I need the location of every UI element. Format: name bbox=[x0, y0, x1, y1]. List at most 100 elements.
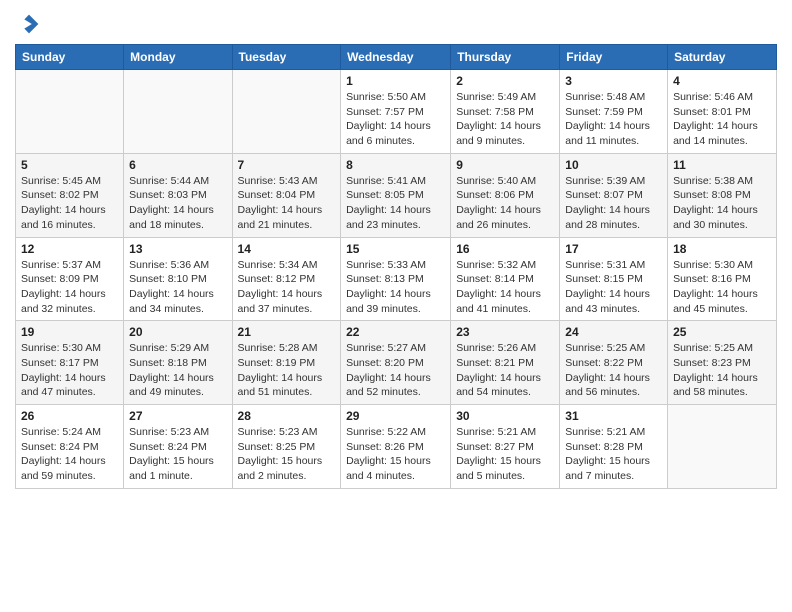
day-info: Sunrise: 5:38 AM Sunset: 8:08 PM Dayligh… bbox=[673, 174, 771, 233]
day-number: 10 bbox=[565, 158, 662, 172]
calendar-cell: 30 Sunrise: 5:21 AM Sunset: 8:27 PM Dayli… bbox=[451, 405, 560, 489]
day-number: 2 bbox=[456, 74, 554, 88]
calendar-header-sunday: Sunday bbox=[16, 45, 124, 70]
calendar-cell: 11Sunrise: 5:38 AM Sunset: 8:08 PM Dayli… bbox=[668, 153, 777, 237]
day-info: Sunrise: 5:39 AM Sunset: 8:07 PM Dayligh… bbox=[565, 174, 662, 233]
calendar-cell: 25Sunrise: 5:25 AM Sunset: 8:23 PM Dayli… bbox=[668, 321, 777, 405]
calendar-cell bbox=[668, 405, 777, 489]
day-info: Sunrise: 5:25 AM Sunset: 8:22 PM Dayligh… bbox=[565, 341, 662, 400]
day-number: 6 bbox=[129, 158, 226, 172]
day-info: Sunrise: 5:21 AM Sunset: 8:27 PM Dayligh… bbox=[456, 425, 554, 484]
day-info: Sunrise: 5:22 AM Sunset: 8:26 PM Dayligh… bbox=[346, 425, 445, 484]
day-number: 14 bbox=[238, 242, 336, 256]
day-number: 1 bbox=[346, 74, 445, 88]
day-info: Sunrise: 5:28 AM Sunset: 8:19 PM Dayligh… bbox=[238, 341, 336, 400]
day-number: 30 bbox=[456, 409, 554, 423]
day-info: Sunrise: 5:31 AM Sunset: 8:15 PM Dayligh… bbox=[565, 258, 662, 317]
day-info: Sunrise: 5:37 AM Sunset: 8:09 PM Dayligh… bbox=[21, 258, 118, 317]
calendar-cell bbox=[232, 70, 341, 154]
calendar-header-friday: Friday bbox=[560, 45, 668, 70]
day-info: Sunrise: 5:50 AM Sunset: 7:57 PM Dayligh… bbox=[346, 90, 445, 149]
day-info: Sunrise: 5:45 AM Sunset: 8:02 PM Dayligh… bbox=[21, 174, 118, 233]
day-info: Sunrise: 5:44 AM Sunset: 8:03 PM Dayligh… bbox=[129, 174, 226, 233]
calendar-cell: 3 Sunrise: 5:48 AM Sunset: 7:59 PM Daylig… bbox=[560, 70, 668, 154]
logo bbox=[15, 10, 47, 38]
day-info: Sunrise: 5:49 AM Sunset: 7:58 PM Dayligh… bbox=[456, 90, 554, 149]
day-info: Sunrise: 5:23 AM Sunset: 8:25 PM Dayligh… bbox=[238, 425, 336, 484]
day-info: Sunrise: 5:29 AM Sunset: 8:18 PM Dayligh… bbox=[129, 341, 226, 400]
calendar-cell: 31 Sunrise: 5:21 AM Sunset: 8:28 PM Dayli… bbox=[560, 405, 668, 489]
calendar-header-tuesday: Tuesday bbox=[232, 45, 341, 70]
calendar-header-saturday: Saturday bbox=[668, 45, 777, 70]
calendar-cell bbox=[124, 70, 232, 154]
calendar-header-wednesday: Wednesday bbox=[341, 45, 451, 70]
day-number: 16 bbox=[456, 242, 554, 256]
day-info: Sunrise: 5:23 AM Sunset: 8:24 PM Dayligh… bbox=[129, 425, 226, 484]
logo-icon bbox=[15, 10, 43, 38]
calendar-cell: 13Sunrise: 5:36 AM Sunset: 8:10 PM Dayli… bbox=[124, 237, 232, 321]
day-number: 18 bbox=[673, 242, 771, 256]
day-info: Sunrise: 5:24 AM Sunset: 8:24 PM Dayligh… bbox=[21, 425, 118, 484]
calendar-cell: 4 Sunrise: 5:46 AM Sunset: 8:01 PM Daylig… bbox=[668, 70, 777, 154]
calendar-week-2: 5 Sunrise: 5:45 AM Sunset: 8:02 PM Daylig… bbox=[16, 153, 777, 237]
day-number: 28 bbox=[238, 409, 336, 423]
calendar-cell: 5 Sunrise: 5:45 AM Sunset: 8:02 PM Daylig… bbox=[16, 153, 124, 237]
calendar-cell: 14 Sunrise: 5:34 AM Sunset: 8:12 PM Dayli… bbox=[232, 237, 341, 321]
day-info: Sunrise: 5:27 AM Sunset: 8:20 PM Dayligh… bbox=[346, 341, 445, 400]
day-info: Sunrise: 5:40 AM Sunset: 8:06 PM Dayligh… bbox=[456, 174, 554, 233]
day-number: 4 bbox=[673, 74, 771, 88]
day-info: Sunrise: 5:30 AM Sunset: 8:17 PM Dayligh… bbox=[21, 341, 118, 400]
calendar-week-1: 1 Sunrise: 5:50 AM Sunset: 7:57 PM Daylig… bbox=[16, 70, 777, 154]
day-number: 9 bbox=[456, 158, 554, 172]
day-number: 13 bbox=[129, 242, 226, 256]
day-number: 15 bbox=[346, 242, 445, 256]
day-number: 31 bbox=[565, 409, 662, 423]
calendar-cell: 9 Sunrise: 5:40 AM Sunset: 8:06 PM Daylig… bbox=[451, 153, 560, 237]
day-info: Sunrise: 5:46 AM Sunset: 8:01 PM Dayligh… bbox=[673, 90, 771, 149]
calendar-week-5: 26 Sunrise: 5:24 AM Sunset: 8:24 PM Dayli… bbox=[16, 405, 777, 489]
day-number: 20 bbox=[129, 325, 226, 339]
calendar-cell: 20 Sunrise: 5:29 AM Sunset: 8:18 PM Dayli… bbox=[124, 321, 232, 405]
calendar-header-thursday: Thursday bbox=[451, 45, 560, 70]
day-info: Sunrise: 5:48 AM Sunset: 7:59 PM Dayligh… bbox=[565, 90, 662, 149]
day-number: 5 bbox=[21, 158, 118, 172]
calendar-cell: 18 Sunrise: 5:30 AM Sunset: 8:16 PM Dayli… bbox=[668, 237, 777, 321]
day-number: 3 bbox=[565, 74, 662, 88]
day-number: 27 bbox=[129, 409, 226, 423]
day-number: 26 bbox=[21, 409, 118, 423]
calendar-cell: 19 Sunrise: 5:30 AM Sunset: 8:17 PM Dayli… bbox=[16, 321, 124, 405]
calendar-cell bbox=[16, 70, 124, 154]
day-info: Sunrise: 5:30 AM Sunset: 8:16 PM Dayligh… bbox=[673, 258, 771, 317]
day-info: Sunrise: 5:41 AM Sunset: 8:05 PM Dayligh… bbox=[346, 174, 445, 233]
calendar-week-3: 12 Sunrise: 5:37 AM Sunset: 8:09 PM Dayli… bbox=[16, 237, 777, 321]
calendar-cell: 1 Sunrise: 5:50 AM Sunset: 7:57 PM Daylig… bbox=[341, 70, 451, 154]
day-info: Sunrise: 5:33 AM Sunset: 8:13 PM Dayligh… bbox=[346, 258, 445, 317]
calendar-cell: 23Sunrise: 5:26 AM Sunset: 8:21 PM Dayli… bbox=[451, 321, 560, 405]
day-number: 7 bbox=[238, 158, 336, 172]
day-info: Sunrise: 5:43 AM Sunset: 8:04 PM Dayligh… bbox=[238, 174, 336, 233]
calendar-cell: 16Sunrise: 5:32 AM Sunset: 8:14 PM Dayli… bbox=[451, 237, 560, 321]
calendar-cell: 7 Sunrise: 5:43 AM Sunset: 8:04 PM Daylig… bbox=[232, 153, 341, 237]
calendar-cell: 26 Sunrise: 5:24 AM Sunset: 8:24 PM Dayli… bbox=[16, 405, 124, 489]
calendar-cell: 10 Sunrise: 5:39 AM Sunset: 8:07 PM Dayli… bbox=[560, 153, 668, 237]
day-info: Sunrise: 5:34 AM Sunset: 8:12 PM Dayligh… bbox=[238, 258, 336, 317]
day-number: 22 bbox=[346, 325, 445, 339]
day-number: 17 bbox=[565, 242, 662, 256]
calendar-cell: 12 Sunrise: 5:37 AM Sunset: 8:09 PM Dayli… bbox=[16, 237, 124, 321]
day-number: 8 bbox=[346, 158, 445, 172]
day-number: 29 bbox=[346, 409, 445, 423]
day-number: 19 bbox=[21, 325, 118, 339]
calendar-cell: 27 Sunrise: 5:23 AM Sunset: 8:24 PM Dayli… bbox=[124, 405, 232, 489]
day-number: 21 bbox=[238, 325, 336, 339]
day-info: Sunrise: 5:25 AM Sunset: 8:23 PM Dayligh… bbox=[673, 341, 771, 400]
calendar-cell: 2 Sunrise: 5:49 AM Sunset: 7:58 PM Daylig… bbox=[451, 70, 560, 154]
day-info: Sunrise: 5:26 AM Sunset: 8:21 PM Dayligh… bbox=[456, 341, 554, 400]
day-number: 24 bbox=[565, 325, 662, 339]
page-header bbox=[15, 10, 777, 38]
calendar-cell: 22 Sunrise: 5:27 AM Sunset: 8:20 PM Dayli… bbox=[341, 321, 451, 405]
day-info: Sunrise: 5:21 AM Sunset: 8:28 PM Dayligh… bbox=[565, 425, 662, 484]
calendar-table: SundayMondayTuesdayWednesdayThursdayFrid… bbox=[15, 44, 777, 489]
calendar-header-monday: Monday bbox=[124, 45, 232, 70]
day-number: 12 bbox=[21, 242, 118, 256]
calendar-cell: 17 Sunrise: 5:31 AM Sunset: 8:15 PM Dayli… bbox=[560, 237, 668, 321]
